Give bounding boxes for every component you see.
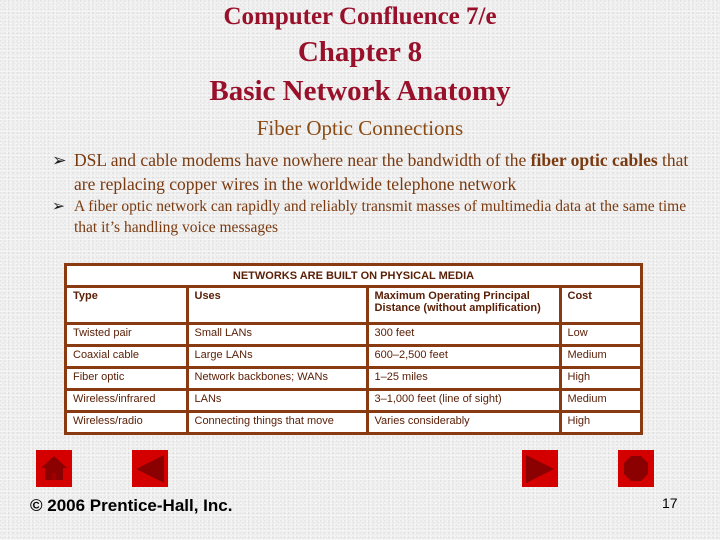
cell-distance: 3–1,000 feet (line of sight) [365,388,562,413]
cell-cost: Medium [558,344,640,369]
cell-uses: Connecting things that move [185,410,369,432]
cell-uses: Network backbones; WANs [185,366,369,391]
table-caption: NETWORKS ARE BUILT ON PHYSICAL MEDIA [67,266,640,288]
table-row: Wireless/infrared LANs 3–1,000 feet (lin… [67,388,640,413]
cell-uses: LANs [185,388,369,413]
next-button[interactable] [522,450,558,487]
media-table: Type Uses Maximum Operating Principal Di… [67,288,640,432]
cell-type: Wireless/infrared [67,388,189,413]
cell-uses: Small LANs [185,322,369,347]
table-row: Wireless/radio Connecting things that mo… [67,410,640,432]
previous-button[interactable] [132,450,168,487]
bullet-text: DSL and cable modems have nowhere near t… [74,150,689,194]
table-header-row: Type Uses Maximum Operating Principal Di… [67,288,640,325]
table-row: Twisted pair Small LANs 300 feet Low [67,322,640,347]
cell-cost: Medium [558,388,640,413]
bullet-text: A fiber optic network can rapidly and re… [74,198,687,236]
slide-subtitle: Fiber Optic Connections [256,116,464,140]
cell-uses: Large LANs [185,344,369,369]
cell-type: Twisted pair [67,322,189,347]
header-type: Type [67,288,189,325]
bullet-item: ➢ A fiber optic network can rapidly and … [52,196,702,238]
home-icon [41,456,67,480]
cell-cost: High [558,366,640,391]
cell-cost: High [558,410,640,432]
chapter-title: Chapter 8 [297,36,423,68]
cell-type: Wireless/radio [67,410,189,432]
triangle-right-icon [526,455,554,483]
table-row: Fiber optic Network backbones; WANs 1–25… [67,366,640,391]
arrow-bullet-icon: ➢ [52,198,65,215]
arrow-bullet-icon: ➢ [52,150,67,170]
bold-term: fiber optic cables [530,150,658,170]
course-title: Computer Confluence 7/e [223,3,497,30]
chapter-name: Basic Network Anatomy [209,75,511,107]
bullet-item: ➢ DSL and cable modems have nowhere near… [52,148,702,196]
triangle-left-icon [136,455,164,483]
cell-type: Fiber optic [67,366,189,391]
cell-distance: 600–2,500 feet [365,344,562,369]
home-button[interactable] [36,450,72,487]
header-cost: Cost [558,288,640,325]
header-distance: Maximum Operating Principal Distance (wi… [365,288,562,325]
octagon-stop-icon [624,456,648,481]
cell-distance: 300 feet [365,322,562,347]
copyright-text: © 2006 Prentice-Hall, Inc. [30,496,233,515]
header-uses: Uses [185,288,369,325]
cell-distance: Varies considerably [365,410,562,432]
network-media-table: NETWORKS ARE BUILT ON PHYSICAL MEDIA Typ… [64,263,643,435]
page-number: 17 [662,495,678,511]
cell-distance: 1–25 miles [365,366,562,391]
end-show-button[interactable] [618,450,654,487]
table-row: Coaxial cable Large LANs 600–2,500 feet … [67,344,640,369]
cell-cost: Low [558,322,640,347]
cell-type: Coaxial cable [67,344,189,369]
